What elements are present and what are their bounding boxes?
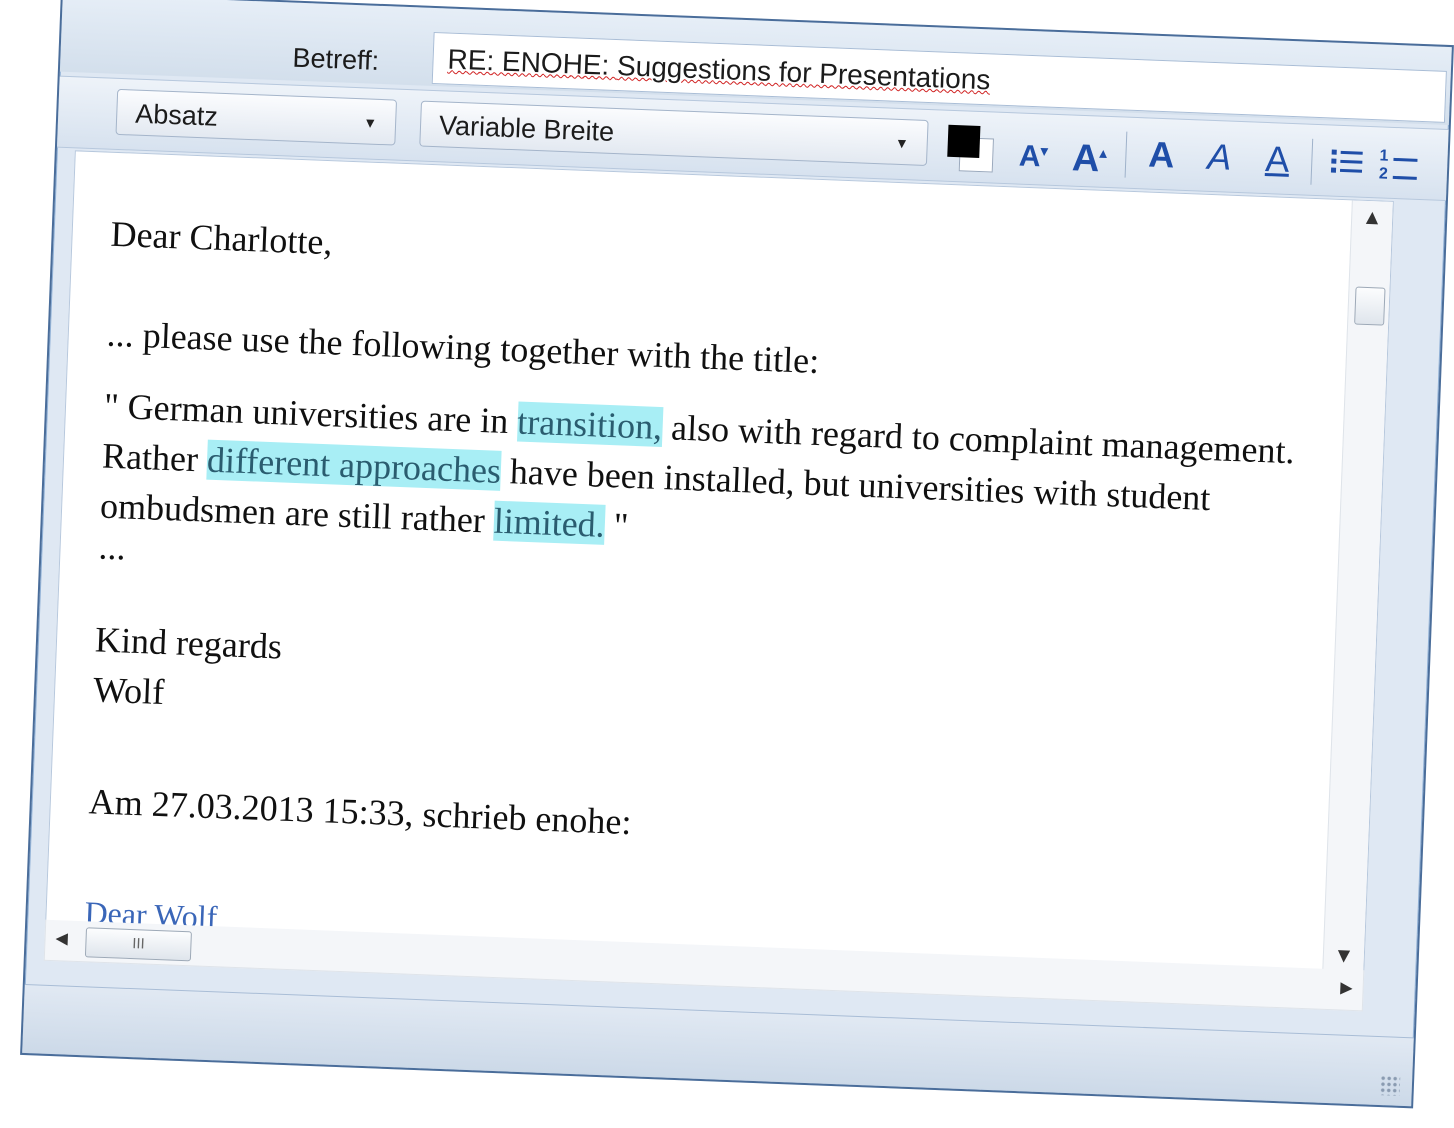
subject-label: Betreff: <box>291 42 380 76</box>
toolbar-separator <box>1124 131 1128 178</box>
italic-button[interactable]: A <box>1195 134 1245 180</box>
compose-window: Betreff: RE: ENOHE: Suggestions for Pres… <box>20 0 1454 1109</box>
message-body-editor[interactable]: ... Dear Charlotte, ... please use the f… <box>45 150 1394 973</box>
subject-prefix: RE: ENOHE: <box>447 43 618 82</box>
message-body-text: Dear Charlotte, ... please use the follo… <box>88 163 1353 874</box>
underline-icon: A <box>1264 138 1291 180</box>
paragraph-style-value: Absatz <box>134 98 219 132</box>
scroll-left-icon[interactable]: ◀ <box>55 928 68 947</box>
numbered-list-button[interactable]: 1 2 <box>1378 141 1428 187</box>
highlight: limited. <box>493 500 606 545</box>
bold-button[interactable]: A <box>1137 132 1187 178</box>
highlight: transition, <box>516 401 663 448</box>
font-dropdown[interactable]: Variable Breite ▼ <box>419 100 929 167</box>
font-size-decrease-icon: A <box>1018 139 1042 174</box>
smaller-font-button[interactable]: A▾ <box>1009 127 1059 174</box>
chevron-down-icon: ▼ <box>362 114 378 131</box>
resize-grip-icon[interactable] <box>1379 1075 1401 1096</box>
bold-icon: A <box>1147 133 1176 176</box>
highlight: different approaches <box>206 439 502 491</box>
quote-header: Am 27.03.2013 15:33, schrieb enohe: <box>88 781 633 843</box>
italic-icon: A <box>1206 135 1233 178</box>
larger-font-button[interactable]: A▴ <box>1065 129 1115 180</box>
text-color-button[interactable] <box>947 124 997 175</box>
scroll-down-icon[interactable]: ▼ <box>1324 945 1365 966</box>
numbered-list-icon: 1 2 <box>1378 145 1420 187</box>
clipped-text-top: ... <box>114 150 143 160</box>
vertical-scroll-thumb[interactable] <box>1354 286 1386 326</box>
bullet-list-icon <box>1330 149 1363 173</box>
font-value: Variable Breite <box>438 110 615 147</box>
horizontal-scroll-thumb[interactable]: III <box>84 927 192 962</box>
scroll-up-icon[interactable]: ▲ <box>1352 206 1393 227</box>
underline-button[interactable]: A <box>1253 137 1303 183</box>
scroll-right-icon[interactable]: ▶ <box>1340 977 1353 996</box>
font-size-increase-icon: A <box>1071 137 1101 181</box>
bullet-list-button[interactable] <box>1323 139 1373 185</box>
chevron-down-icon: ▼ <box>894 134 910 152</box>
toolbar-separator <box>1310 138 1314 185</box>
paragraph-style-dropdown[interactable]: Absatz ▼ <box>115 88 398 146</box>
subject-text: Suggestions for Presentations <box>616 50 991 96</box>
text-color-swatch <box>947 124 981 159</box>
greeting: Dear Charlotte, <box>109 213 334 263</box>
